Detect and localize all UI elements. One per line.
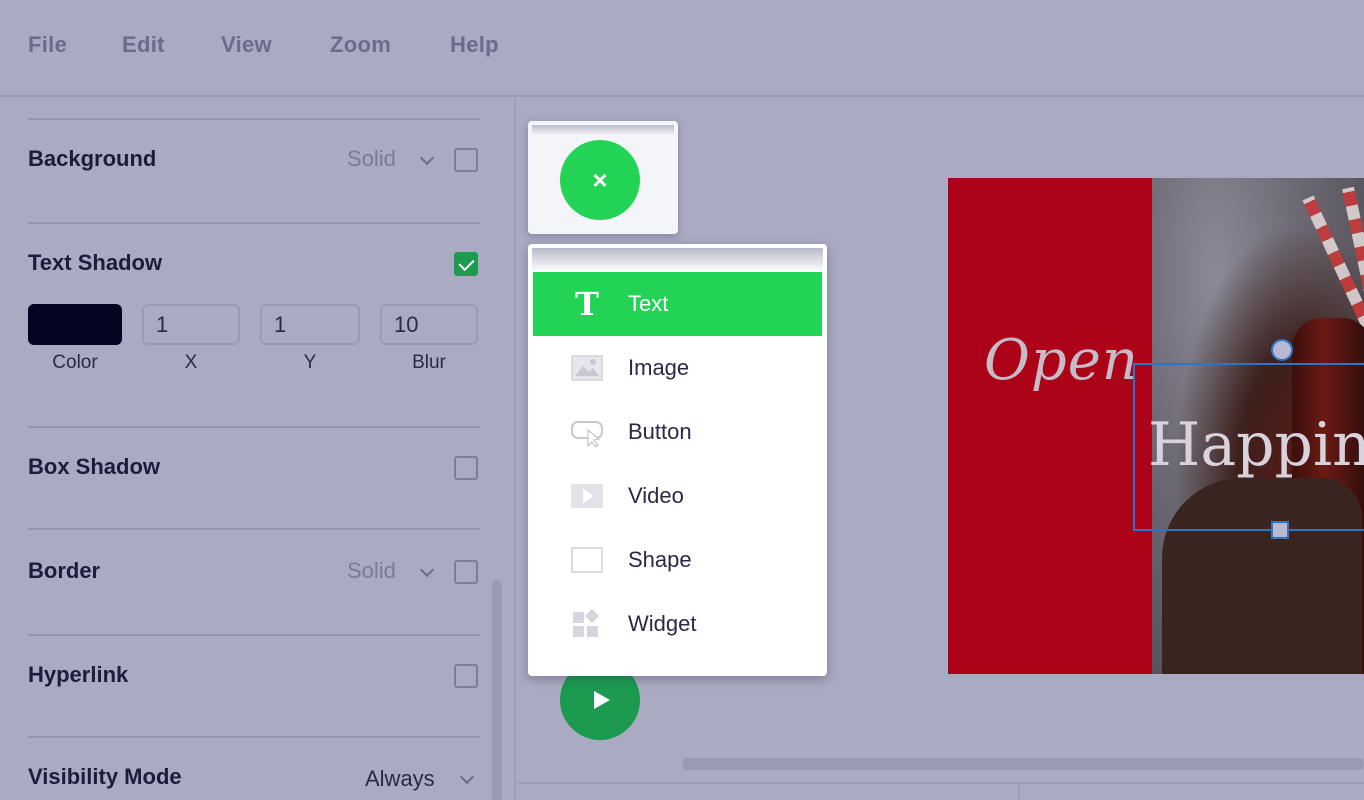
border-checkbox[interactable]	[454, 560, 478, 584]
rotate-handle[interactable]	[1271, 339, 1293, 361]
hyperlink-checkbox[interactable]	[454, 664, 478, 688]
menu-view[interactable]: View	[221, 32, 272, 58]
menu-item-label: Image	[628, 355, 690, 380]
add-shape-item[interactable]: Shape	[533, 528, 822, 592]
border-style-dropdown[interactable]: Solid	[347, 558, 396, 584]
x-label: X	[184, 352, 198, 373]
box-shadow-checkbox[interactable]	[454, 456, 478, 480]
background-style-dropdown[interactable]: Solid	[347, 146, 396, 172]
panel-scrollbar[interactable]	[492, 580, 502, 800]
close-add-menu-button[interactable]: ×	[560, 140, 640, 220]
play-icon	[594, 691, 610, 709]
divider	[28, 634, 480, 636]
add-element-menu: T Text Image Button Video Shape Widget	[528, 244, 827, 676]
y-label: Y	[303, 352, 317, 373]
border-label: Border	[28, 558, 101, 583]
divider	[28, 118, 480, 120]
add-image-item[interactable]: Image	[533, 336, 822, 400]
slide-open-text[interactable]: Open	[984, 328, 1139, 393]
resize-handle[interactable]	[1271, 521, 1289, 539]
add-button-item[interactable]: Button	[533, 400, 822, 464]
button-icon	[571, 421, 603, 448]
blur-label: Blur	[412, 352, 446, 373]
shadow-y-input[interactable]: 1	[260, 304, 360, 345]
divider	[28, 736, 480, 738]
menu-zoom[interactable]: Zoom	[330, 32, 391, 58]
chevron-down-icon[interactable]	[459, 769, 475, 785]
text-shadow-checkbox[interactable]	[454, 252, 478, 276]
menu-item-label: Text	[628, 291, 669, 316]
divider	[28, 528, 480, 530]
menu-bar: File Edit View Zoom Help	[0, 0, 1364, 97]
selection-box[interactable]	[1133, 363, 1364, 531]
properties-panel: Background Solid Text Shadow 1 1 10 Colo…	[0, 98, 516, 800]
menu-item-label: Button	[628, 419, 692, 444]
visibility-mode-dropdown[interactable]: Always	[365, 766, 435, 792]
menu-item-label: Shape	[628, 547, 692, 572]
menu-item-label: Video	[628, 483, 684, 508]
chevron-down-icon[interactable]	[419, 150, 435, 166]
hyperlink-label: Hyperlink	[28, 662, 129, 687]
chevron-down-icon[interactable]	[419, 562, 435, 578]
timeline-divider	[1018, 784, 1020, 800]
text-shadow-label: Text Shadow	[28, 250, 163, 275]
text-icon: T	[575, 285, 599, 323]
menu-file[interactable]: File	[28, 32, 67, 58]
add-widget-item[interactable]: Widget	[533, 592, 822, 656]
menu-help[interactable]: Help	[450, 32, 499, 58]
menu-edit[interactable]: Edit	[122, 32, 165, 58]
image-icon	[571, 355, 603, 381]
menu-item-label: Widget	[628, 611, 697, 636]
background-checkbox[interactable]	[454, 148, 478, 172]
canvas-horizontal-scrollbar[interactable]	[682, 758, 1364, 770]
divider	[28, 222, 480, 224]
shadow-color-swatch[interactable]	[28, 304, 122, 345]
video-icon	[571, 484, 603, 508]
timeline-divider	[518, 782, 1364, 784]
box-shadow-label: Box Shadow	[28, 454, 161, 479]
shadow-x-input[interactable]: 1	[142, 304, 240, 345]
divider	[28, 426, 480, 428]
add-text-item[interactable]: T Text	[533, 272, 822, 336]
shadow-blur-input[interactable]: 10	[380, 304, 478, 345]
background-label: Background	[28, 146, 157, 171]
widget-icon	[573, 608, 600, 637]
color-label: Color	[52, 352, 98, 373]
add-video-item[interactable]: Video	[533, 464, 822, 528]
slide-red-panel	[948, 178, 1152, 674]
visibility-mode-label: Visibility Mode	[28, 764, 182, 789]
shape-icon	[571, 547, 603, 573]
